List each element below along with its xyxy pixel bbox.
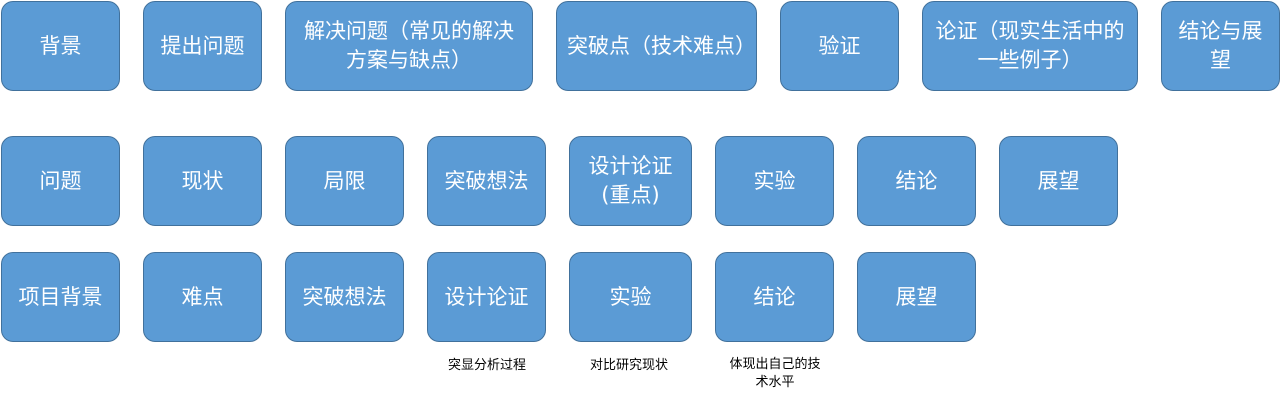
note-compare-status: 对比研究现状 bbox=[589, 358, 668, 373]
row3-box-conclusion: 结论 bbox=[715, 252, 834, 342]
row1-box-argument: 论证（现实生活中的一些例子） bbox=[922, 1, 1138, 91]
row2-box-limitation: 局限 bbox=[285, 136, 404, 226]
row3-box-design: 设计论证 bbox=[427, 252, 546, 342]
row3-box-idea: 突破想法 bbox=[285, 252, 404, 342]
row1-box-solutions: 解决问题（常见的解决方案与缺点） bbox=[285, 1, 533, 91]
row1-box-problem: 提出问题 bbox=[143, 1, 262, 91]
row3-box-background: 项目背景 bbox=[1, 252, 120, 342]
row2-box-status: 现状 bbox=[143, 136, 262, 226]
row1-box-verification: 验证 bbox=[780, 1, 899, 91]
row2-box-experiment: 实验 bbox=[715, 136, 834, 226]
row3-box-difficulty: 难点 bbox=[143, 252, 262, 342]
note-analysis-process: 突显分析过程 bbox=[447, 358, 526, 373]
row3-box-outlook: 展望 bbox=[857, 252, 976, 342]
row1-box-breakthrough: 突破点（技术难点） bbox=[556, 1, 757, 91]
row1-box-background: 背景 bbox=[1, 1, 120, 91]
row2-box-design: 设计论证(重点) bbox=[569, 136, 692, 226]
row3-box-experiment: 实验 bbox=[569, 252, 692, 342]
note-technical-level: 体现出自己的技术水平 bbox=[729, 357, 821, 390]
row2-box-problem: 问题 bbox=[1, 136, 120, 226]
row2-box-conclusion: 结论 bbox=[857, 136, 976, 226]
row1-box-conclusion: 结论与展望 bbox=[1161, 1, 1280, 91]
row2-box-idea: 突破想法 bbox=[427, 136, 546, 226]
row2-box-outlook: 展望 bbox=[999, 136, 1118, 226]
